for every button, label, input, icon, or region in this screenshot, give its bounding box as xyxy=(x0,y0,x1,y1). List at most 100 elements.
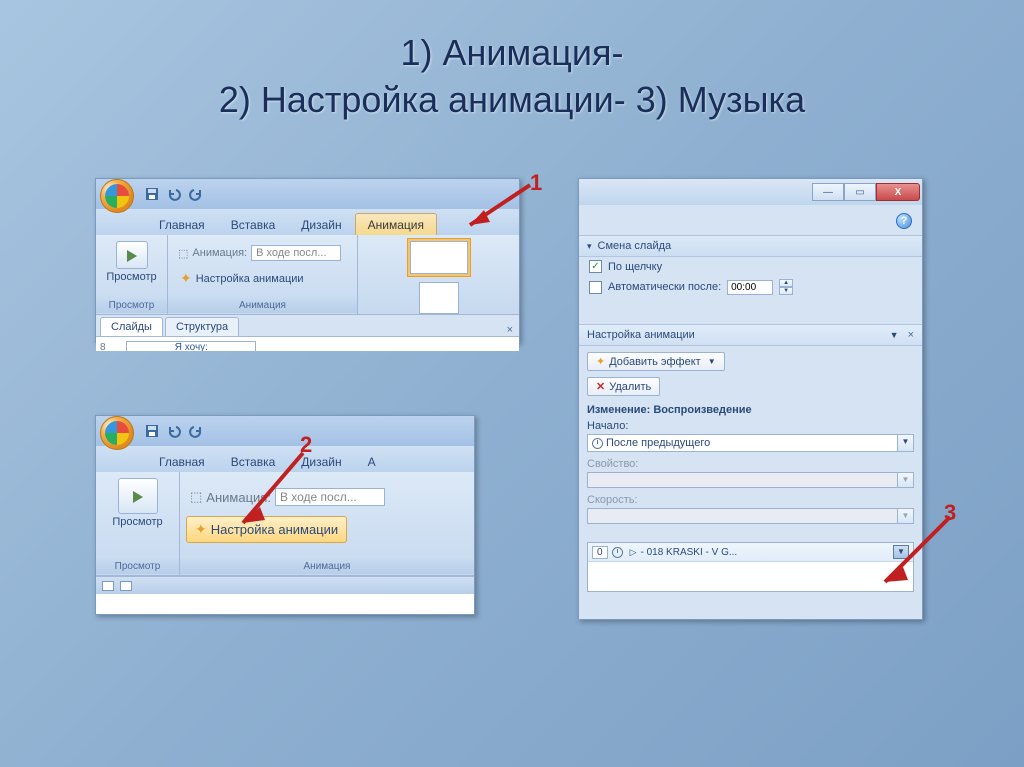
undo-icon[interactable] xyxy=(166,186,182,202)
effect-item[interactable]: 0 ▷ - 018 KRASKI - V G... ▼ xyxy=(588,543,913,562)
view-normal-icon[interactable] xyxy=(102,581,114,591)
chevron-down-icon: ▼ xyxy=(708,357,716,366)
animation-settings-button[interactable]: ✦ Настройка анимации xyxy=(174,267,310,290)
ribbon-body: Просмотр Просмотр ⬚ Анимация: В ходе пос… xyxy=(96,235,519,315)
maximize-button[interactable]: ▭ xyxy=(844,183,876,201)
minimize-button[interactable]: — xyxy=(812,183,844,201)
tab-animation[interactable]: Анимация xyxy=(355,213,437,235)
screenshot-panel-1: Главная Вставка Дизайн Анимация Просмотр… xyxy=(95,178,520,343)
delete-button[interactable]: ✕ Удалить xyxy=(587,377,660,396)
delete-icon: ✕ xyxy=(596,380,605,393)
close-icon[interactable]: × xyxy=(507,324,513,336)
effect-dropdown-icon[interactable]: ▼ xyxy=(893,545,909,559)
add-effect-button[interactable]: ✦ Добавить эффект ▼ xyxy=(587,352,725,371)
auto-after-input[interactable] xyxy=(727,280,773,295)
redo-icon[interactable] xyxy=(188,423,204,439)
save-icon[interactable] xyxy=(144,423,160,439)
group-animation: ⬚ Анимация: В ходе посл... ✦ Настройка а… xyxy=(168,235,358,314)
animation-pane-body: ✦ Добавить эффект ▼ ✕ Удалить Изменение:… xyxy=(579,346,922,598)
clock-icon xyxy=(612,547,623,558)
save-icon[interactable] xyxy=(144,186,160,202)
chevron-down-icon[interactable]: ▼ xyxy=(897,435,913,451)
group-animation: ⬚ Анимация: В ходе посл... ✦ Настройка а… xyxy=(180,472,474,575)
effect-name: - 018 KRASKI - V G... xyxy=(640,547,737,558)
group-label-animation: Анимация xyxy=(168,298,357,313)
anim-transform-icon: ⬚ xyxy=(190,489,202,505)
transition-title: Смена слайда xyxy=(598,240,672,252)
pane-close-icon[interactable]: × xyxy=(908,329,914,341)
ribbon-tabs: Главная Вставка Дизайн Анимация xyxy=(96,209,519,235)
callout-1: 1 xyxy=(530,170,542,196)
play-icon: ▷ xyxy=(630,547,637,558)
screenshot-panel-3: — ▭ X ? ▾ Смена слайда По щелчку Автомат… xyxy=(578,178,923,620)
tab-design[interactable]: Дизайн xyxy=(288,450,354,472)
group-preview: Просмотр Просмотр xyxy=(96,472,180,575)
time-spinner[interactable]: ▲▼ xyxy=(779,279,793,295)
animation-dropdown[interactable]: В ходе посл... xyxy=(251,245,341,261)
play-icon xyxy=(133,491,143,503)
screenshot-panel-2: Главная Вставка Дизайн А Просмотр Просмо… xyxy=(95,415,475,615)
start-label: Начало: xyxy=(587,420,914,432)
close-button[interactable]: X xyxy=(876,183,920,201)
auto-after-checkbox[interactable] xyxy=(589,281,602,294)
tab-insert[interactable]: Вставка xyxy=(218,450,289,472)
star-icon: ✦ xyxy=(195,521,207,538)
transition-thumb-selected[interactable] xyxy=(410,241,468,274)
animation-pane-title: Настройка анимации ▼ × xyxy=(579,324,922,346)
clock-icon xyxy=(592,438,603,449)
tab-animation[interactable]: А xyxy=(355,450,389,472)
star-icon: ✦ xyxy=(596,355,605,368)
slide-thumb[interactable]: Я хочу: xyxy=(126,341,256,351)
help-icon[interactable]: ? xyxy=(896,213,912,229)
play-icon xyxy=(127,250,137,262)
doc-tabs: Слайды Структура × xyxy=(96,315,519,337)
speed-label: Скорость: xyxy=(587,494,914,506)
start-combo[interactable]: После предыдущего ▼ xyxy=(587,434,914,452)
redo-icon[interactable] xyxy=(188,186,204,202)
slide-list: 8 Я хочу: xyxy=(96,337,519,351)
transition-thumb[interactable] xyxy=(419,282,459,315)
view-sorter-icon[interactable] xyxy=(120,581,132,591)
office-button[interactable] xyxy=(100,179,134,213)
animation-dropdown[interactable]: В ходе посл... xyxy=(275,488,385,506)
property-combo: ▼ xyxy=(587,472,914,488)
group-label-animation: Анимация xyxy=(180,559,474,574)
tab-design[interactable]: Дизайн xyxy=(288,213,354,235)
animation-settings-button[interactable]: ✦ Настройка анимации xyxy=(186,516,347,543)
speed-combo: ▼ xyxy=(587,508,914,524)
preview-button[interactable]: Просмотр xyxy=(102,239,160,285)
property-label: Свойство: xyxy=(587,458,914,470)
callout-3: 3 xyxy=(944,500,956,526)
slide-title: 1) Анимация- 2) Настройка анимации- 3) М… xyxy=(0,0,1024,124)
window-controls: — ▭ X xyxy=(579,179,922,205)
tab-home[interactable]: Главная xyxy=(146,450,218,472)
tab-slides[interactable]: Слайды xyxy=(100,317,163,336)
group-label-preview: Просмотр xyxy=(96,298,167,313)
anim-transform-icon: ⬚ xyxy=(178,247,188,260)
chevron-down-icon[interactable]: ▾ xyxy=(587,241,592,252)
star-icon: ✦ xyxy=(180,270,192,287)
group-preview: Просмотр Просмотр xyxy=(96,235,168,314)
tab-structure[interactable]: Структура xyxy=(165,317,239,336)
auto-after-row: Автоматически после: ▲▼ xyxy=(579,276,922,298)
animation-label: Анимация: xyxy=(192,247,247,259)
group-label-preview: Просмотр xyxy=(96,559,179,574)
on-click-row: По щелчку xyxy=(579,257,922,276)
animation-label: Анимация: xyxy=(206,490,271,505)
tab-home[interactable]: Главная xyxy=(146,213,218,235)
transition-gallery xyxy=(358,235,519,314)
preview-button[interactable]: Просмотр xyxy=(108,476,166,530)
on-click-checkbox[interactable] xyxy=(589,260,602,273)
on-click-label: По щелчку xyxy=(608,261,662,273)
office-button[interactable] xyxy=(100,416,134,450)
callout-2: 2 xyxy=(300,432,312,458)
effect-index: 0 xyxy=(592,546,608,559)
qat-bar xyxy=(96,179,519,209)
change-label: Изменение: Воспроизведение xyxy=(587,404,914,416)
tab-insert[interactable]: Вставка xyxy=(218,213,289,235)
auto-after-label: Автоматически после: xyxy=(608,281,721,293)
undo-icon[interactable] xyxy=(166,423,182,439)
status-bar xyxy=(96,576,474,594)
pane-menu-icon[interactable]: ▼ xyxy=(890,330,899,340)
effect-list: 0 ▷ - 018 KRASKI - V G... ▼ xyxy=(587,542,914,592)
